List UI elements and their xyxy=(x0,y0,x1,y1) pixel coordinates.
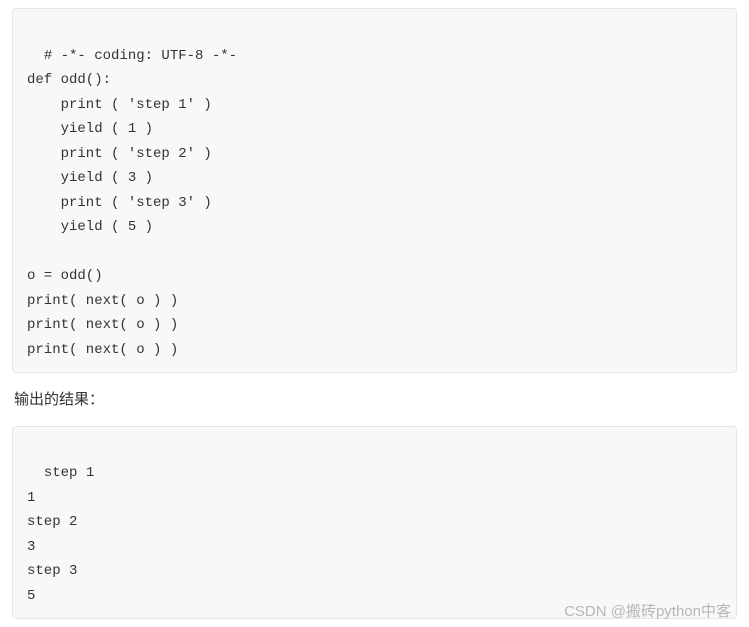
output-block: step 1 1 step 2 3 step 3 5 xyxy=(12,426,737,620)
code-content: # -*- coding: UTF-8 -*- def odd(): print… xyxy=(27,48,237,358)
code-block: # -*- coding: UTF-8 -*- def odd(): print… xyxy=(12,8,737,373)
output-content: step 1 1 step 2 3 step 3 5 xyxy=(27,465,94,604)
output-section-label: 输出的结果： xyxy=(14,389,735,412)
